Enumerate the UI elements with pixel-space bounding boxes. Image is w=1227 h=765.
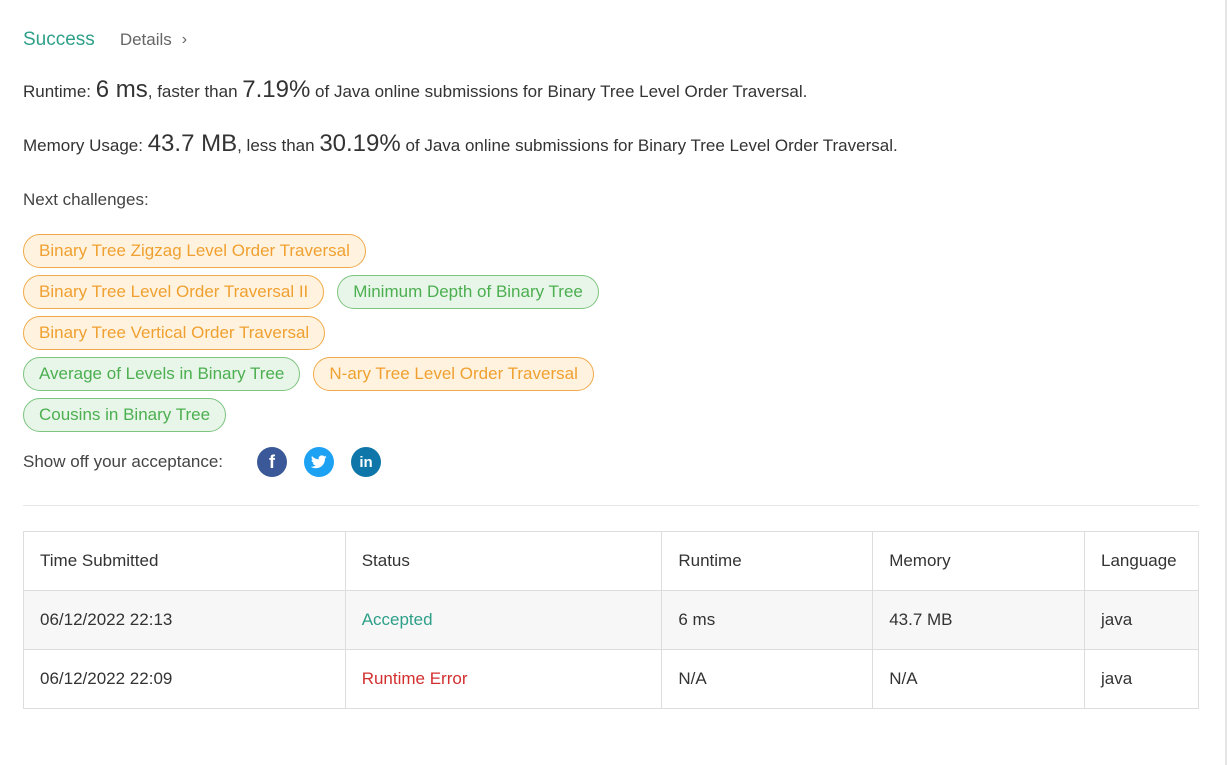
cell-status-accepted: Accepted <box>344 590 663 650</box>
challenge-tag[interactable]: Binary Tree Vertical Order Traversal <box>23 316 326 350</box>
share-section: Show off your acceptance: f in <box>23 446 382 478</box>
runtime-label: Runtime: <box>23 82 96 101</box>
runtime-stat: Runtime: 6 ms, faster than 7.19% of Java… <box>23 76 807 104</box>
next-challenges-label: Next challenges: <box>23 190 149 209</box>
next-challenges-list: Binary Tree Zigzag Level Order Traversal… <box>23 234 723 439</box>
details-label: Details <box>119 30 172 49</box>
challenge-tag[interactable]: Binary Tree Level Order Traversal II <box>23 275 325 309</box>
cell-language: java <box>1084 590 1199 650</box>
cell-memory: N/A <box>872 649 1085 709</box>
memory-percent: 30.19% <box>319 130 401 157</box>
runtime-suffix: of Java online submissions for Binary Tr… <box>310 82 808 101</box>
table-header-row: Time Submitted Status Runtime Memory Lan… <box>23 531 1199 591</box>
challenge-tag[interactable]: Average of Levels in Binary Tree <box>23 357 301 391</box>
runtime-value: 6 ms <box>95 76 148 103</box>
twitter-icon[interactable] <box>304 447 335 477</box>
memory-mid: , less than <box>237 136 320 155</box>
submissions-table: Time Submitted Status Runtime Memory Lan… <box>23 531 1199 709</box>
cell-time: 06/12/2022 22:13 <box>23 590 346 650</box>
share-label: Show off your acceptance: <box>23 452 224 471</box>
linkedin-icon[interactable]: in <box>351 447 382 477</box>
column-header-runtime: Runtime <box>661 531 874 591</box>
challenge-tag[interactable]: Binary Tree Zigzag Level Order Traversal <box>23 234 366 268</box>
column-header-time: Time Submitted <box>23 531 346 591</box>
table-row: 06/12/2022 22:13 Accepted 6 ms 43.7 MB j… <box>23 590 1199 650</box>
memory-suffix: of Java online submissions for Binary Tr… <box>400 136 898 155</box>
twitter-bird-glyph <box>311 455 327 469</box>
cell-memory: 43.7 MB <box>872 590 1085 650</box>
memory-stat: Memory Usage: 43.7 MB, less than 30.19% … <box>23 130 898 158</box>
cell-status-error: Runtime Error <box>344 649 663 709</box>
section-divider <box>23 505 1199 506</box>
cell-time: 06/12/2022 22:09 <box>23 649 346 709</box>
table-row: 06/12/2022 22:09 Runtime Error N/A N/A j… <box>23 649 1199 709</box>
chevron-right-icon: › <box>181 31 188 48</box>
challenge-tag[interactable]: Minimum Depth of Binary Tree <box>337 275 599 309</box>
cell-runtime: 6 ms <box>661 590 874 650</box>
cell-language: java <box>1084 649 1199 709</box>
challenge-tag[interactable]: Cousins in Binary Tree <box>23 398 227 432</box>
column-header-memory: Memory <box>872 531 1085 591</box>
facebook-icon[interactable]: f <box>257 447 288 477</box>
runtime-percent: 7.19% <box>242 76 311 103</box>
runtime-mid: , faster than <box>147 82 243 101</box>
status-link[interactable]: Accepted <box>362 610 433 629</box>
details-link[interactable]: Details › <box>120 30 187 50</box>
cell-runtime: N/A <box>661 649 874 709</box>
column-header-status: Status <box>344 531 663 591</box>
status-link[interactable]: Runtime Error <box>362 669 468 688</box>
result-status: Success <box>23 29 95 50</box>
challenge-tag[interactable]: N-ary Tree Level Order Traversal <box>313 357 594 391</box>
column-header-language: Language <box>1084 531 1199 591</box>
result-header: Success Details › <box>23 26 187 54</box>
memory-value: 43.7 MB <box>147 130 238 157</box>
memory-label: Memory Usage: <box>23 136 148 155</box>
